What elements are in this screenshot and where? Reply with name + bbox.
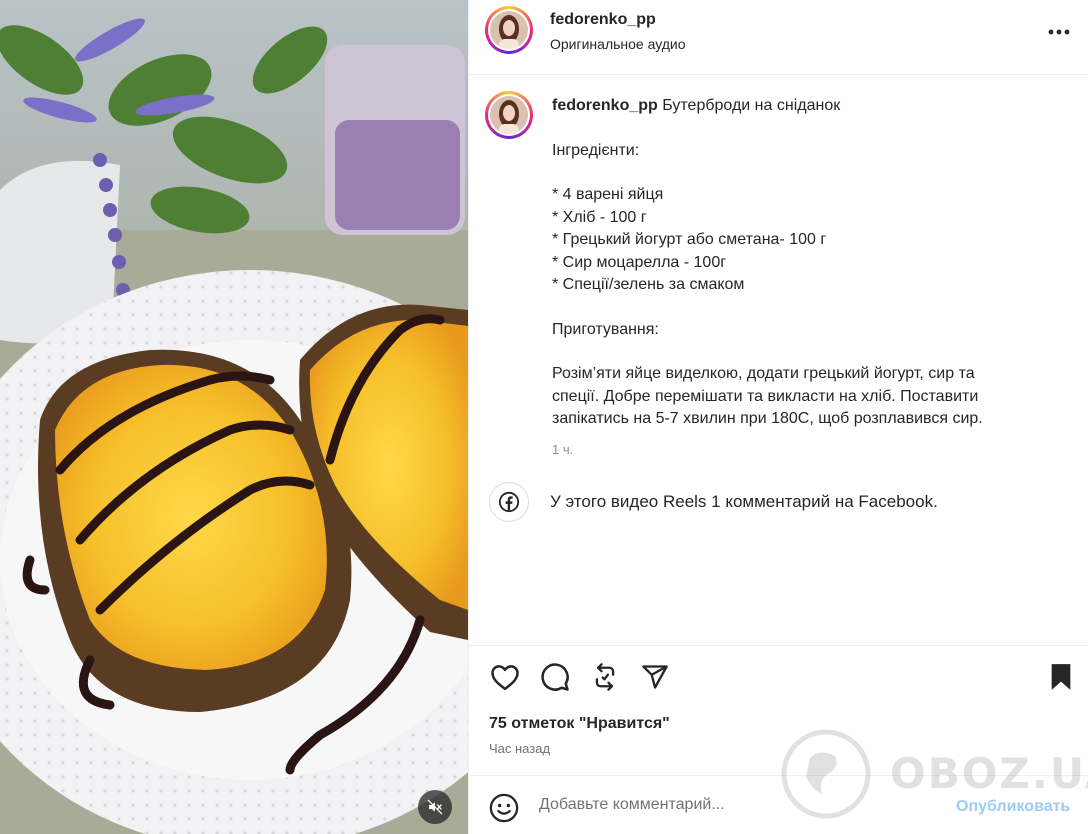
comment-bar: Опубликовать bbox=[469, 775, 1088, 834]
comment-button[interactable] bbox=[539, 661, 571, 693]
comment-icon bbox=[541, 663, 569, 691]
facebook-icon bbox=[489, 482, 529, 522]
more-horizontal-icon bbox=[1048, 29, 1070, 35]
caption-line: * Хліб - 100 г bbox=[552, 208, 647, 226]
publish-button[interactable]: Опубликовать bbox=[956, 798, 1070, 816]
video-frame bbox=[0, 0, 468, 834]
caption-line: * Спеції/зелень за смаком bbox=[552, 276, 745, 293]
header-username[interactable]: fedorenko_pp bbox=[550, 11, 656, 29]
heart-icon bbox=[491, 665, 519, 691]
emoji-icon[interactable] bbox=[489, 793, 519, 823]
caption-line: Приготування: bbox=[552, 320, 659, 338]
caption-time[interactable]: 1 ч. bbox=[552, 439, 1052, 462]
caption-line: * Сир моцарелла - 100г bbox=[552, 253, 727, 271]
save-button[interactable] bbox=[1045, 661, 1077, 693]
reel-video[interactable] bbox=[0, 0, 468, 834]
repost-icon bbox=[595, 663, 615, 691]
post-panel: fedorenko_pp Оригинальное аудио fedorenk… bbox=[468, 0, 1088, 834]
share-icon bbox=[642, 665, 668, 689]
audio-label[interactable]: Оригинальное аудио bbox=[550, 36, 686, 52]
caption-line: * Грецький йогурт або сметана- 100 г bbox=[552, 231, 827, 248]
likes-count[interactable]: 75 отметок "Нравится" bbox=[489, 715, 670, 733]
caption-line: Інгредієнти: bbox=[552, 141, 640, 159]
caption-line: Розім’яти яйце виделкою, додати грецький… bbox=[552, 365, 975, 382]
caption-line: спеції. Добре перемішати та викласти на … bbox=[552, 387, 979, 405]
avatar[interactable] bbox=[485, 6, 533, 54]
caption-avatar[interactable] bbox=[485, 91, 533, 139]
more-options-button[interactable] bbox=[1045, 20, 1073, 44]
post-actions: 75 отметок "Нравится" Час назад bbox=[469, 645, 1088, 775]
facebook-comments-text: У этого видео Reels 1 комментарий на Fac… bbox=[550, 492, 938, 511]
profile-photo bbox=[490, 11, 528, 49]
caption-username[interactable]: fedorenko_pp bbox=[552, 97, 658, 114]
post-header: fedorenko_pp Оригинальное аудио bbox=[469, 0, 1088, 75]
like-button[interactable] bbox=[489, 661, 521, 693]
post-time[interactable]: Час назад bbox=[489, 741, 550, 756]
caption-body: fedorenko_pp Бутерброди на сніданок Інгр… bbox=[552, 95, 1052, 461]
comment-input[interactable] bbox=[539, 796, 939, 814]
mute-button[interactable] bbox=[418, 790, 452, 824]
speaker-muted-icon bbox=[427, 799, 443, 815]
bookmark-icon bbox=[1051, 664, 1071, 690]
facebook-comments-row[interactable]: У этого видео Reels 1 комментарий на Fac… bbox=[489, 482, 1069, 522]
repost-button[interactable] bbox=[589, 661, 621, 693]
share-button[interactable] bbox=[639, 661, 671, 693]
caption-line: запікатись на 5-7 хвилин при 180С, щоб р… bbox=[552, 410, 983, 427]
caption-title: Бутерброди на сніданок bbox=[662, 97, 841, 114]
profile-photo bbox=[490, 96, 528, 134]
caption-line: * 4 варені яйця bbox=[552, 186, 664, 203]
